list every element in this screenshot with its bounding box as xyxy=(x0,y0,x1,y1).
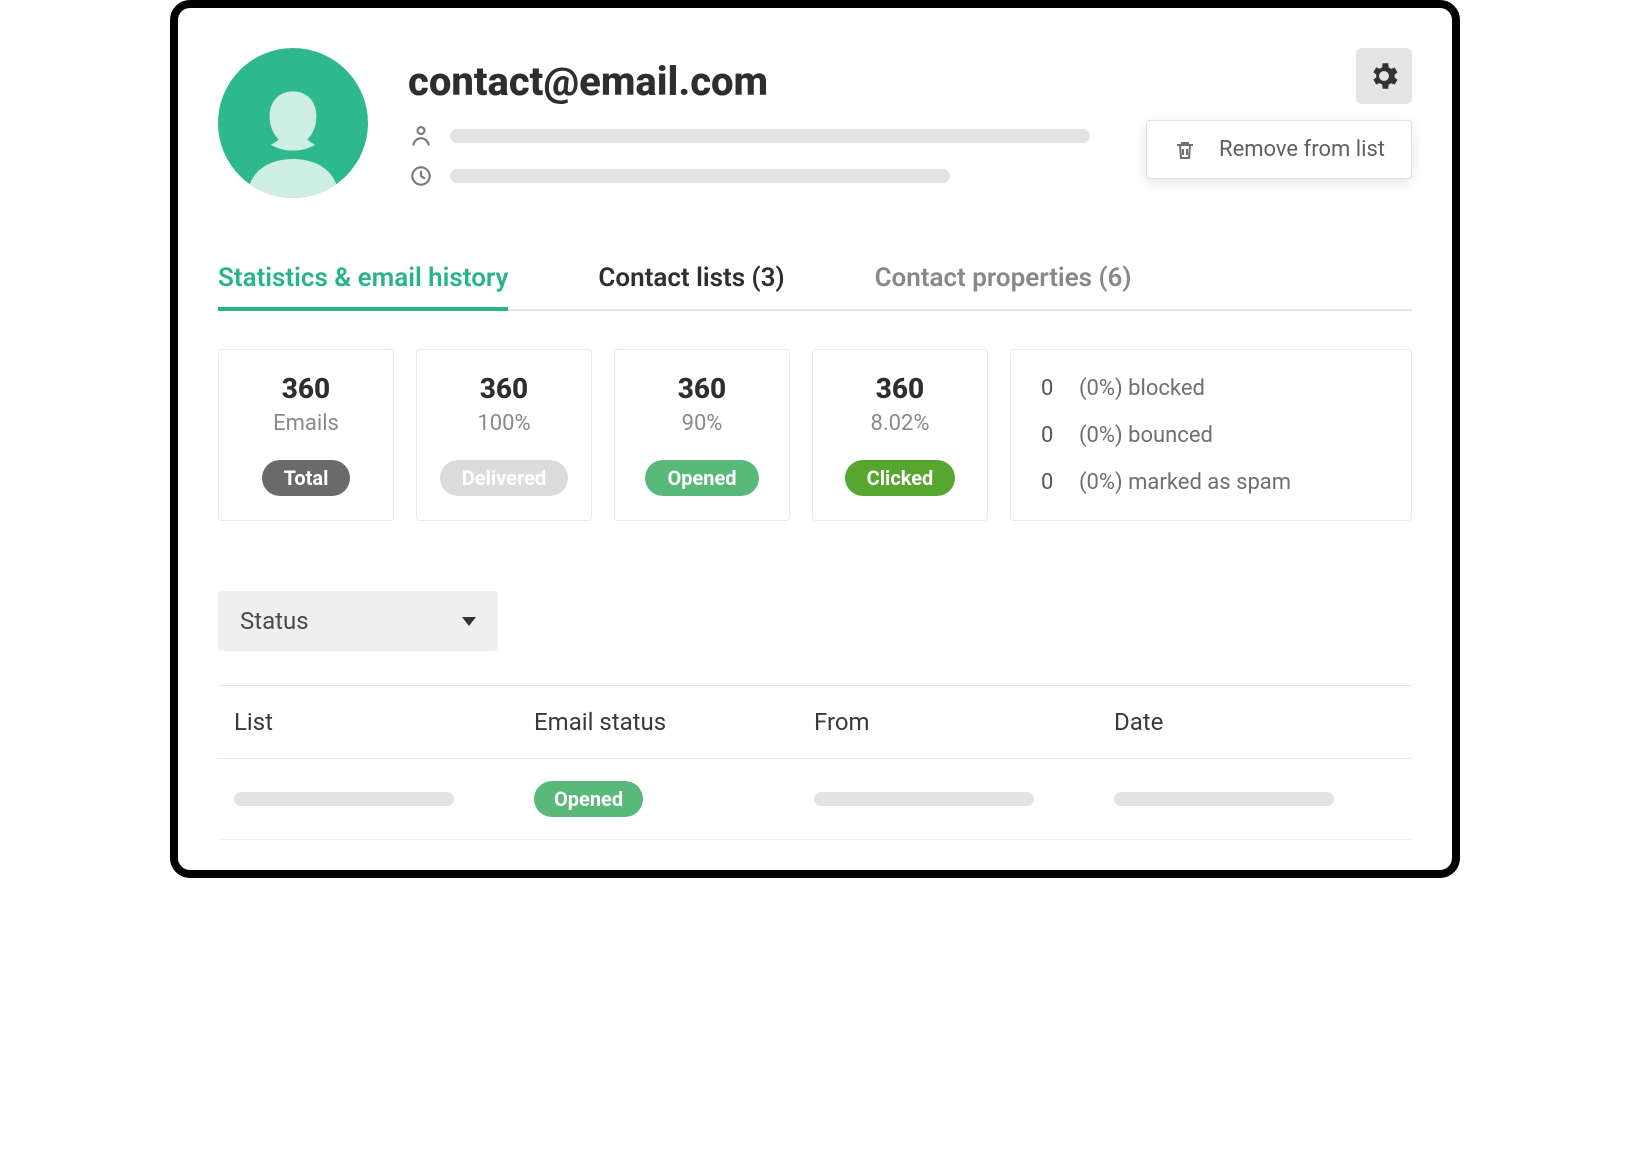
filter-row: Status xyxy=(218,591,1412,651)
stat-card-total: 360 Emails Total xyxy=(218,349,394,521)
cell-date-placeholder xyxy=(1114,792,1334,806)
gear-icon xyxy=(1367,59,1401,93)
stat-delivered-pill: Delivered xyxy=(440,460,568,496)
stat-delivered-count: 360 xyxy=(427,372,581,405)
th-status: Email status xyxy=(534,708,814,736)
stat-card-clicked: 360 8.02% Clicked xyxy=(812,349,988,521)
cell-from-placeholder xyxy=(814,792,1034,806)
table-row[interactable]: Opened xyxy=(218,759,1412,840)
neg-bounced-count: 0 xyxy=(1041,423,1061,448)
stat-total-sub: Emails xyxy=(229,411,383,436)
avatar xyxy=(218,48,368,198)
stat-total-pill: Total xyxy=(262,460,351,496)
chevron-down-icon xyxy=(462,617,476,626)
contact-tabs: Statistics & email history Contact lists… xyxy=(218,263,1412,311)
stat-card-opened: 360 90% Opened xyxy=(614,349,790,521)
th-date: Date xyxy=(1114,708,1396,736)
avatar-icon xyxy=(228,68,358,198)
meta-name-placeholder xyxy=(450,129,1090,143)
settings-dropdown-item-remove[interactable]: Remove from list xyxy=(1146,120,1412,179)
stat-delivered-sub: 100% xyxy=(427,411,581,436)
neg-bounced-text: (0%) bounced xyxy=(1079,423,1213,448)
stat-clicked-count: 360 xyxy=(823,372,977,405)
cell-status-pill: Opened xyxy=(534,781,643,817)
stat-opened-sub: 90% xyxy=(625,411,779,436)
tab-contact-lists[interactable]: Contact lists (3) xyxy=(598,263,784,309)
contact-email-title: contact@email.com xyxy=(408,58,1412,105)
neg-blocked-text: (0%) blocked xyxy=(1079,376,1205,401)
stat-opened-count: 360 xyxy=(625,372,779,405)
contact-header: contact@email.com xyxy=(218,48,1412,203)
stat-card-delivered: 360 100% Delivered xyxy=(416,349,592,521)
stat-total-count: 360 xyxy=(229,372,383,405)
tab-statistics[interactable]: Statistics & email history xyxy=(218,263,508,309)
status-filter-label: Status xyxy=(240,607,309,635)
contact-detail-frame: contact@email.com xyxy=(170,0,1460,878)
tab-contact-properties[interactable]: Contact properties (6) xyxy=(875,263,1132,309)
neg-blocked-count: 0 xyxy=(1041,376,1061,401)
trash-icon xyxy=(1173,138,1197,162)
neg-blocked-row: 0 (0%) blocked xyxy=(1041,376,1381,401)
stats-summary-row: 360 Emails Total 360 100% Delivered 360 … xyxy=(218,349,1412,521)
clock-icon xyxy=(408,163,434,189)
negative-stats-card: 0 (0%) blocked 0 (0%) bounced 0 (0%) mar… xyxy=(1010,349,1412,521)
person-icon xyxy=(408,123,434,149)
table-header-row: List Email status From Date xyxy=(218,685,1412,759)
remove-from-list-label: Remove from list xyxy=(1219,137,1385,162)
cell-list-placeholder xyxy=(234,792,454,806)
status-filter-select[interactable]: Status xyxy=(218,591,498,651)
email-history-table: List Email status From Date Opened xyxy=(218,685,1412,840)
neg-spam-text: (0%) marked as spam xyxy=(1079,470,1291,495)
meta-time-placeholder xyxy=(450,169,950,183)
stat-clicked-pill: Clicked xyxy=(845,460,956,496)
neg-spam-count: 0 xyxy=(1041,470,1061,495)
th-list: List xyxy=(234,708,534,736)
neg-spam-row: 0 (0%) marked as spam xyxy=(1041,470,1381,495)
settings-button[interactable] xyxy=(1356,48,1412,104)
stat-opened-pill: Opened xyxy=(645,460,758,496)
neg-bounced-row: 0 (0%) bounced xyxy=(1041,423,1381,448)
th-from: From xyxy=(814,708,1114,736)
stat-clicked-sub: 8.02% xyxy=(823,411,977,436)
